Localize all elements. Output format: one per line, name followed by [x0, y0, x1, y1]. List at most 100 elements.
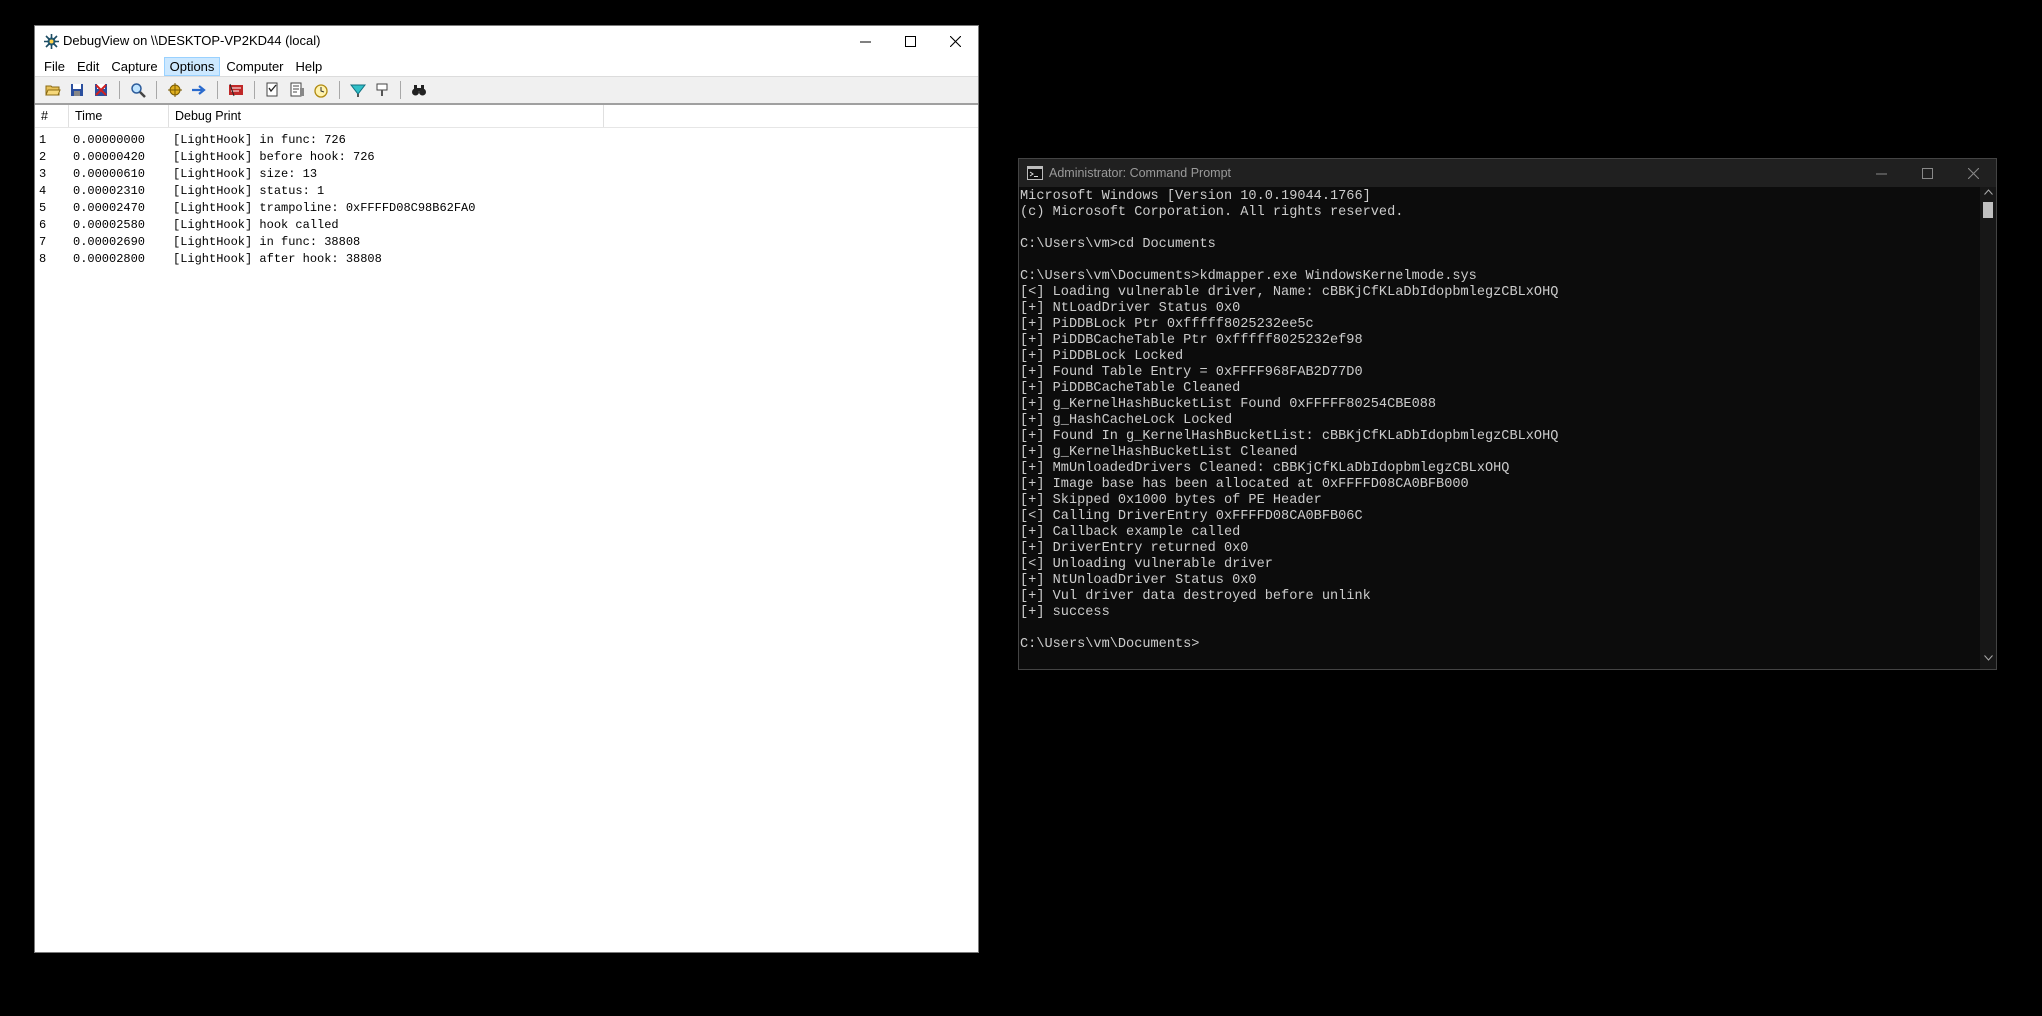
connect-button[interactable]	[350, 82, 366, 98]
cmd-maximize-button[interactable]	[1904, 159, 1950, 187]
table-row[interactable]: 6 0.00002580 [LightHook] hook called	[35, 216, 978, 233]
console-line: [+] Skipped 0x1000 bytes of PE Header	[1020, 493, 1322, 508]
capture-button[interactable]	[167, 82, 183, 98]
open-icon	[45, 85, 61, 96]
menu-capture[interactable]: Capture	[106, 58, 162, 75]
row-number: 2	[39, 149, 47, 164]
row-time: 0.00002310	[73, 183, 146, 198]
close-button[interactable]	[933, 26, 978, 56]
table-row[interactable]: 7 0.00002690 [LightHook] in func: 38808	[35, 233, 978, 250]
maximize-icon	[1921, 167, 1933, 179]
save-icon	[71, 84, 83, 96]
save-clear-button[interactable]	[93, 82, 109, 98]
console-line: [+] NtLoadDriver Status 0x0	[1020, 301, 1241, 316]
filter-button[interactable]	[265, 82, 281, 98]
minimize-button[interactable]	[843, 26, 888, 56]
table-row[interactable]: 1 0.00000000 [LightHook] in func: 726	[35, 131, 978, 148]
table-row[interactable]: 8 0.00002800 [LightHook] after hook: 38808	[35, 250, 978, 267]
toolbar-separator	[254, 81, 255, 99]
row-number: 4	[39, 183, 47, 198]
row-number: 5	[39, 200, 47, 215]
scroll-down-button[interactable]	[1980, 655, 1996, 667]
row-message: [LightHook] after hook: 38808	[173, 251, 382, 266]
save-button[interactable]	[69, 82, 85, 98]
row-message: [LightHook] before hook: 726	[173, 149, 375, 164]
cmd-close-button[interactable]	[1950, 159, 1996, 187]
menu-edit[interactable]: Edit	[72, 58, 104, 75]
console-line: [+] MmUnloadedDrivers Cleaned: cBBKjCfKL…	[1020, 461, 1510, 476]
cmd-scrollbar[interactable]	[1980, 187, 1996, 669]
scroll-up-button[interactable]	[1980, 189, 1996, 201]
table-row[interactable]: 2 0.00000420 [LightHook] before hook: 726	[35, 148, 978, 165]
console-line: [+] NtUnloadDriver Status 0x0	[1020, 573, 1257, 588]
console-line: [+] Found In g_KernelHashBucketList: cBB…	[1020, 429, 1559, 444]
search-binoculars-button[interactable]	[411, 82, 427, 98]
console-line: Microsoft Windows [Version 10.0.19044.17…	[1020, 189, 1371, 204]
cmd-titlebar[interactable]: Administrator: Command Prompt	[1019, 159, 1996, 187]
history-button[interactable]	[289, 82, 305, 98]
list-rows: 1 0.00000000 [LightHook] in func: 726 2 0.0…	[35, 128, 978, 267]
close-icon	[1967, 167, 1979, 179]
console-line: [<] Calling DriverEntry 0xFFFFD08CA0BFB0…	[1020, 509, 1363, 524]
highlight-button[interactable]	[228, 82, 244, 98]
console-line: [<] Loading vulnerable driver, Name: cBB…	[1020, 285, 1559, 300]
toolbar-separator	[119, 81, 120, 99]
toolbar	[35, 76, 978, 104]
command-prompt-window: Administrator: Command Prompt Microsoft …	[1018, 158, 1997, 670]
row-number: 8	[39, 251, 47, 266]
console-line: [+] DriverEntry returned 0x0	[1020, 541, 1249, 556]
menu-file[interactable]: File	[39, 58, 70, 75]
clock-button[interactable]	[313, 82, 329, 98]
console-line: (c) Microsoft Corporation. All rights re…	[1020, 205, 1404, 220]
disconnect-icon	[376, 83, 388, 96]
menu-bar: File Edit Capture Options Computer Help	[35, 56, 978, 76]
history-icon	[290, 82, 304, 97]
clock-icon	[314, 84, 328, 98]
console-line: [+] PiDDBCacheTable Cleaned	[1020, 381, 1241, 396]
maximize-button[interactable]	[888, 26, 933, 56]
row-time: 0.00000000	[73, 132, 146, 147]
console-line: [+] g_HashCacheLock Locked	[1020, 413, 1233, 428]
console-line: C:\Users\vm>cd Documents	[1020, 237, 1216, 252]
column-header-time[interactable]: Time	[69, 105, 169, 127]
console-line: [+] Found Table Entry = 0xFFFF968FAB2D77…	[1020, 365, 1363, 380]
row-time: 0.00002800	[73, 251, 146, 266]
debugview-titlebar[interactable]: DebugView on \\DESKTOP-VP2KD44 (local)	[35, 26, 978, 56]
filter-icon	[266, 82, 278, 97]
row-time: 0.00000610	[73, 166, 146, 181]
cmd-minimize-button[interactable]	[1858, 159, 1904, 187]
console-output[interactable]: Microsoft Windows [Version 10.0.19044.17…	[1019, 189, 1980, 669]
table-row[interactable]: 3 0.00000610 [LightHook] size: 13	[35, 165, 978, 182]
row-time: 0.00002580	[73, 217, 146, 232]
console-line: [+] success	[1020, 605, 1110, 620]
scrollbar-thumb[interactable]	[1983, 202, 1993, 218]
console-line: [+] PiDDBLock Locked	[1020, 349, 1184, 364]
row-message: [LightHook] size: 13	[173, 166, 318, 181]
table-row[interactable]: 4 0.00002310 [LightHook] status: 1	[35, 182, 978, 199]
console-line: [<] Unloading vulnerable driver	[1020, 557, 1273, 572]
console-line: C:\Users\vm\Documents>	[1020, 637, 1200, 652]
open-button[interactable]	[45, 82, 61, 98]
column-header-number[interactable]: #	[35, 105, 69, 127]
disconnect-button[interactable]	[374, 82, 390, 98]
menu-computer[interactable]: Computer	[221, 58, 288, 75]
column-header-debug-print[interactable]: Debug Print	[169, 105, 604, 127]
find-button[interactable]	[130, 82, 146, 98]
debug-output-list[interactable]: # Time Debug Print 1 0.00000000 [LightHook…	[35, 104, 978, 952]
row-message: [LightHook] in func: 726	[173, 132, 346, 147]
minimize-icon	[860, 41, 871, 42]
autoscroll-icon	[192, 85, 206, 95]
menu-help[interactable]: Help	[291, 58, 328, 75]
console-line: [+] g_KernelHashBucketList Cleaned	[1020, 445, 1298, 460]
menu-options[interactable]: Options	[163, 56, 221, 76]
table-row[interactable]: 5 0.00002470 [LightHook] trampoline: 0xFFF…	[35, 199, 978, 216]
debugview-app-icon	[44, 34, 59, 49]
row-number: 1	[39, 132, 47, 147]
cmd-window-title: Administrator: Command Prompt	[1049, 166, 1232, 180]
window-title: DebugView on \\DESKTOP-VP2KD44 (local)	[63, 33, 321, 48]
autoscroll-button[interactable]	[191, 82, 207, 98]
toolbar-separator	[400, 81, 401, 99]
console-line: [+] Image base has been allocated at 0xF…	[1020, 477, 1469, 492]
row-time: 0.00000420	[73, 149, 146, 164]
